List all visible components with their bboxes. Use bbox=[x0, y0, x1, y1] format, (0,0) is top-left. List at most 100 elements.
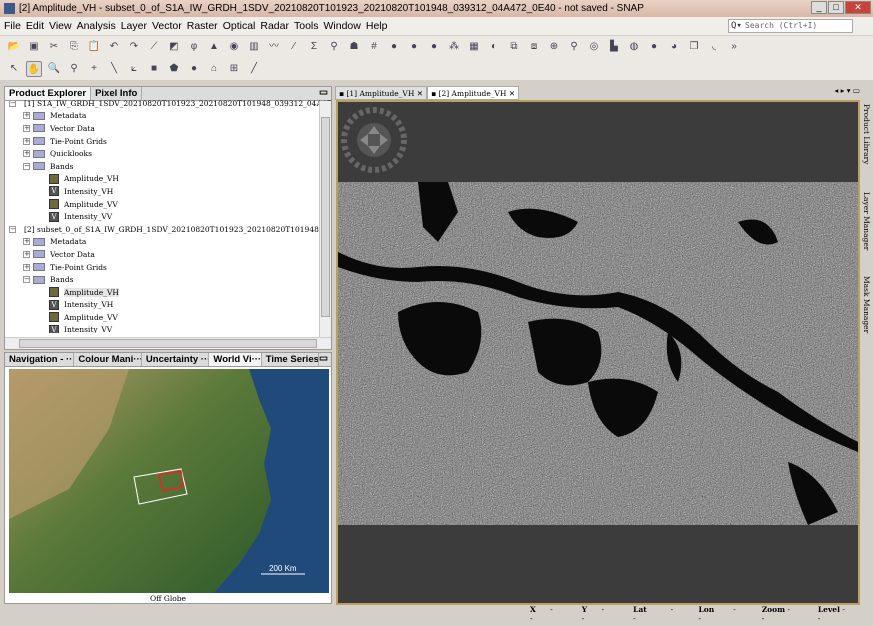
polyline-tool-icon[interactable]: ⟀ bbox=[126, 61, 142, 77]
wave-icon[interactable]: ◟ bbox=[706, 39, 722, 55]
wand-icon[interactable]: ╱ bbox=[246, 61, 262, 77]
paste-icon[interactable]: 📋 bbox=[86, 39, 102, 55]
menu-edit[interactable]: Edit bbox=[26, 20, 44, 32]
tree-band[interactable]: Amplitude_VH bbox=[9, 173, 331, 186]
gcp-manager-icon[interactable]: ● bbox=[406, 39, 422, 55]
redo-icon[interactable]: ↷ bbox=[126, 39, 142, 55]
zoom-tool-icon[interactable]: 🔍 bbox=[46, 61, 62, 77]
tree-band[interactable]: Amplitude_VV bbox=[9, 311, 331, 324]
menu-layer[interactable]: Layer bbox=[121, 20, 147, 32]
window-icon[interactable]: ❐ bbox=[686, 39, 702, 55]
tree-product-2[interactable]: − [2] subset_0_of_S1A_IW_GRDH_1SDV_202108… bbox=[9, 223, 331, 236]
tree-band[interactable]: V Intensity_VH bbox=[9, 299, 331, 312]
gcp-icon[interactable]: ☗ bbox=[346, 39, 362, 55]
close-button[interactable]: ✕ bbox=[845, 1, 871, 14]
menu-radar[interactable]: Radar bbox=[260, 20, 289, 32]
world-map[interactable]: 200 Km bbox=[9, 369, 329, 593]
tree-folder-bands[interactable]: − Bands bbox=[9, 273, 331, 286]
tree-vertical-scrollbar[interactable] bbox=[319, 101, 331, 337]
menu-help[interactable]: Help bbox=[366, 20, 388, 32]
world-icon[interactable]: ● bbox=[646, 39, 662, 55]
search-input[interactable]: Q▾ Search (Ctrl+I) bbox=[728, 19, 853, 33]
tab-amplitude-vh-2[interactable]: ▪ [2] Amplitude_VH ✕ bbox=[427, 86, 520, 100]
sync-views-icon[interactable]: ⧉ bbox=[506, 39, 522, 55]
grid-icon[interactable]: # bbox=[366, 39, 382, 55]
tab-amplitude-vh-1[interactable]: ▪ [1] Amplitude_VH ✕ bbox=[335, 86, 428, 100]
line-tool-icon[interactable]: ╲ bbox=[106, 61, 122, 77]
tree-folder-vector-data[interactable]: + Vector Data bbox=[9, 122, 331, 135]
spectral-icon[interactable]: ▙ bbox=[606, 39, 622, 55]
histogram-icon[interactable]: ▲ bbox=[206, 39, 222, 55]
tree-band[interactable]: V Intensity_VV bbox=[9, 210, 331, 223]
side-tab-mask-manager[interactable]: Mask Manager bbox=[862, 276, 871, 356]
select-tool-icon[interactable]: ↖ bbox=[6, 61, 22, 77]
tab-uncertainty[interactable]: Uncertainty ··· bbox=[142, 353, 210, 366]
tree-band[interactable]: V Intensity_VH bbox=[9, 185, 331, 198]
plot-icon[interactable]: 〰 bbox=[266, 39, 282, 55]
menu-view[interactable]: View bbox=[49, 20, 72, 32]
colour-icon[interactable]: ◕ bbox=[666, 39, 682, 55]
tab-navigation[interactable]: Navigation - ··· bbox=[5, 353, 75, 366]
tree-folder-vector-data[interactable]: + Vector Data bbox=[9, 248, 331, 261]
spectrum-icon[interactable]: φ bbox=[186, 39, 202, 55]
menu-file[interactable]: File bbox=[4, 20, 21, 32]
information-icon[interactable]: ◉ bbox=[226, 39, 242, 55]
tab-time-series[interactable]: Time Series bbox=[262, 353, 320, 366]
tree-horizontal-scrollbar[interactable] bbox=[5, 337, 331, 349]
menu-vector[interactable]: Vector bbox=[152, 20, 182, 32]
band-maths-icon[interactable]: ◩ bbox=[166, 39, 182, 55]
magic-wand-tool-icon[interactable]: ⌂ bbox=[206, 61, 222, 77]
maximize-button[interactable]: □ bbox=[828, 1, 844, 14]
geocoding-icon[interactable]: ● bbox=[386, 39, 402, 55]
tree-folder-tie-point-grids[interactable]: + Tie-Point Grids bbox=[9, 135, 331, 148]
more-icon[interactable]: » bbox=[726, 39, 742, 55]
tree-folder-tie-point-grids[interactable]: + Tie-Point Grids bbox=[9, 261, 331, 274]
minimize-panel-icon[interactable]: ▭ bbox=[319, 353, 331, 366]
tab-colour-manipulation[interactable]: Colour Mani··· bbox=[74, 353, 142, 366]
batch-icon[interactable]: ▦ bbox=[466, 39, 482, 55]
mask-icon[interactable]: ● bbox=[426, 39, 442, 55]
menu-optical[interactable]: Optical bbox=[223, 20, 256, 32]
ellipse-tool-icon[interactable]: ● bbox=[186, 61, 202, 77]
undo-icon[interactable]: ↶ bbox=[106, 39, 122, 55]
pan-tool-icon[interactable]: ✋ bbox=[26, 61, 42, 77]
tree-band[interactable]: Amplitude_VV bbox=[9, 198, 331, 211]
range-finder-icon[interactable]: ⊞ bbox=[226, 61, 242, 77]
rectangle-tool-icon[interactable]: ■ bbox=[146, 61, 162, 77]
tab-scroll-arrows[interactable]: ◂ ▸ ▾ ▭ bbox=[834, 86, 860, 100]
zoom-pixel-icon[interactable]: ⚲ bbox=[566, 39, 582, 55]
tree-folder-quicklooks[interactable]: + Quicklooks bbox=[9, 147, 331, 160]
eye-icon[interactable]: ◎ bbox=[586, 39, 602, 55]
gcp-tool-icon[interactable]: + bbox=[86, 61, 102, 77]
navigation-control-icon[interactable] bbox=[340, 106, 410, 176]
tree-band[interactable]: V Intensity_VV bbox=[9, 324, 331, 333]
scatter-plot-icon[interactable]: ▥ bbox=[246, 39, 262, 55]
menu-window[interactable]: Window bbox=[324, 20, 361, 32]
side-tab-product-library[interactable]: Product Library bbox=[862, 104, 871, 184]
sync-cursor-icon[interactable]: ⧈ bbox=[526, 39, 542, 55]
layer-icon[interactable]: ◐ bbox=[486, 39, 502, 55]
tree-product-1[interactable]: − [1] S1A_IW_GRDH_1SDV_20210820T101923_20… bbox=[9, 97, 331, 110]
pin-manager-icon[interactable]: ⚲ bbox=[326, 39, 342, 55]
pin-tool-icon[interactable]: ⚲ bbox=[66, 61, 82, 77]
open-product-icon[interactable]: 📂 bbox=[6, 39, 22, 55]
save-icon[interactable]: ▣ bbox=[26, 39, 42, 55]
cut-icon[interactable]: ✂ bbox=[46, 39, 62, 55]
globe-icon[interactable]: ◍ bbox=[626, 39, 642, 55]
tree-folder-bands[interactable]: − Bands bbox=[9, 160, 331, 173]
minimize-button[interactable]: _ bbox=[811, 1, 827, 14]
scatter-icon[interactable]: ⁄ bbox=[286, 39, 302, 55]
profile-plot-icon[interactable]: ⟋ bbox=[146, 39, 162, 55]
image-view[interactable] bbox=[336, 100, 860, 605]
menu-tools[interactable]: Tools bbox=[294, 20, 319, 32]
tree-folder-metadata[interactable]: + Metadata bbox=[9, 110, 331, 123]
polygon-tool-icon[interactable]: ⬟ bbox=[166, 61, 182, 77]
tree-folder-metadata[interactable]: + Metadata bbox=[9, 236, 331, 249]
menu-raster[interactable]: Raster bbox=[187, 20, 218, 32]
menu-analysis[interactable]: Analysis bbox=[77, 20, 116, 32]
statistics-icon[interactable]: Σ bbox=[306, 39, 322, 55]
graph-builder-icon[interactable]: ⁂ bbox=[446, 39, 462, 55]
copy-icon[interactable]: ⎘ bbox=[66, 39, 82, 55]
tab-world-view[interactable]: World Vi··· bbox=[209, 353, 262, 366]
side-tab-layer-manager[interactable]: Layer Manager bbox=[862, 192, 871, 272]
